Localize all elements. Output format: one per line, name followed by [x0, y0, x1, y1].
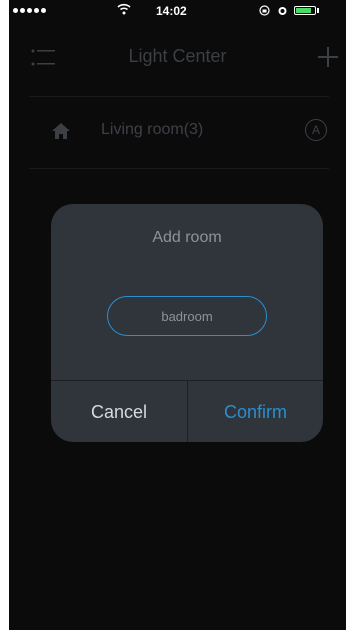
add-room-dialog: Add room Cancel Confirm: [51, 204, 323, 442]
page-title: Light Center: [128, 46, 227, 66]
confirm-button[interactable]: Confirm: [187, 381, 323, 442]
divider: [29, 96, 329, 97]
header: Light Center: [9, 38, 346, 78]
room-label: Living room(3): [101, 121, 204, 138]
room-name-input[interactable]: [107, 296, 267, 336]
wifi-icon: [117, 3, 131, 15]
divider: [29, 168, 329, 169]
rotation-lock-icon: [259, 5, 270, 16]
dialog-button-bar: Cancel Confirm: [51, 380, 323, 442]
signal-strength-icon: [13, 8, 46, 13]
battery-level: [296, 8, 311, 13]
room-list-item[interactable]: Living room(3) A: [29, 112, 329, 152]
home-icon: [52, 123, 70, 139]
plus-icon[interactable]: [318, 47, 338, 67]
auto-mode-badge[interactable]: A: [305, 119, 327, 141]
cancel-button[interactable]: Cancel: [51, 381, 187, 442]
battery-icon: [294, 6, 316, 15]
status-bar: 14:02: [9, 0, 346, 22]
alarm-icon: [278, 7, 287, 15]
status-time: 14:02: [156, 4, 187, 18]
dialog-title: Add room: [152, 229, 222, 246]
app-screen: 14:02 Light Center Living room(3) A Add …: [9, 0, 346, 630]
battery-tip: [317, 8, 319, 13]
